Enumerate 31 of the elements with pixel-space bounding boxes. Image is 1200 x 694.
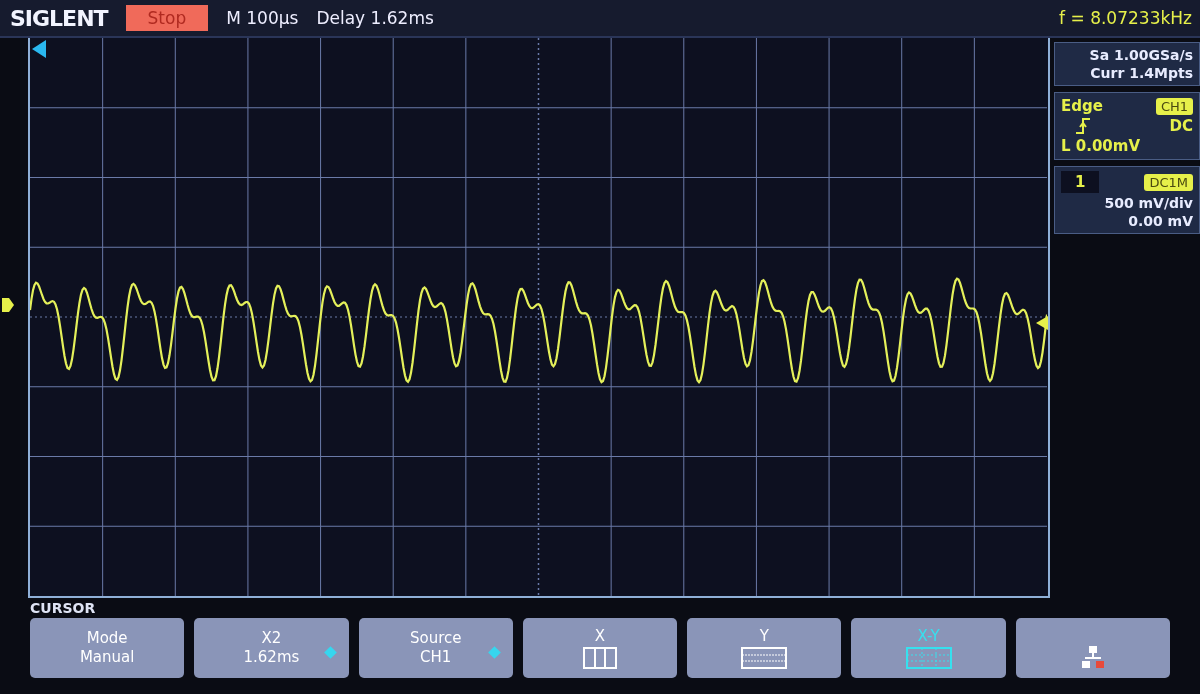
sample-rate-label: Sa 1.00GSa/s xyxy=(1089,47,1193,63)
menu-title: CURSOR xyxy=(30,600,97,618)
grid-icon xyxy=(905,646,952,669)
softkey-button[interactable]: X-Y xyxy=(851,618,1006,678)
channel-number: 1 xyxy=(1061,171,1100,193)
vertical-scale-label: 500 mV/div xyxy=(1104,195,1193,211)
softkey-button[interactable]: Mode Manual xyxy=(30,618,185,678)
trigger-source-badge: CH1 xyxy=(1155,97,1193,115)
memory-depth-label: Curr 1.4Mpts xyxy=(1090,65,1193,81)
delay-label: Delay 1.62ms xyxy=(316,8,434,28)
vertical-split-icon xyxy=(583,646,617,669)
network-icon xyxy=(1080,645,1105,671)
trigger-coupling-label: DC xyxy=(1169,117,1193,135)
softkey-button[interactable]: Source CH1 xyxy=(358,618,513,678)
brand-logo: SIGLENT xyxy=(10,5,108,31)
channel-coupling-badge: DC1M xyxy=(1144,173,1193,191)
trigger-level-icon xyxy=(1036,316,1048,330)
timebase-label: M 100µs xyxy=(226,8,299,28)
channel-marker-icon xyxy=(2,298,14,312)
trigger-type-label: Edge xyxy=(1061,97,1103,115)
trigger-position-icon xyxy=(32,40,46,58)
vertical-offset-label: 0.00 mV xyxy=(1128,213,1193,229)
run-state-badge: Stop xyxy=(125,5,209,31)
rising-edge-icon xyxy=(1075,118,1091,134)
horizontal-split-icon xyxy=(741,646,788,669)
frequency-readout: f = 8.07233kHz xyxy=(1059,8,1192,28)
trigger-level-label: L 0.00mV xyxy=(1061,137,1141,155)
softkey-button[interactable]: X xyxy=(522,618,678,678)
softkey-button[interactable]: X2 1.62ms xyxy=(194,618,349,678)
softkey-button[interactable] xyxy=(1015,618,1170,678)
softkey-button[interactable]: Y xyxy=(687,618,842,678)
